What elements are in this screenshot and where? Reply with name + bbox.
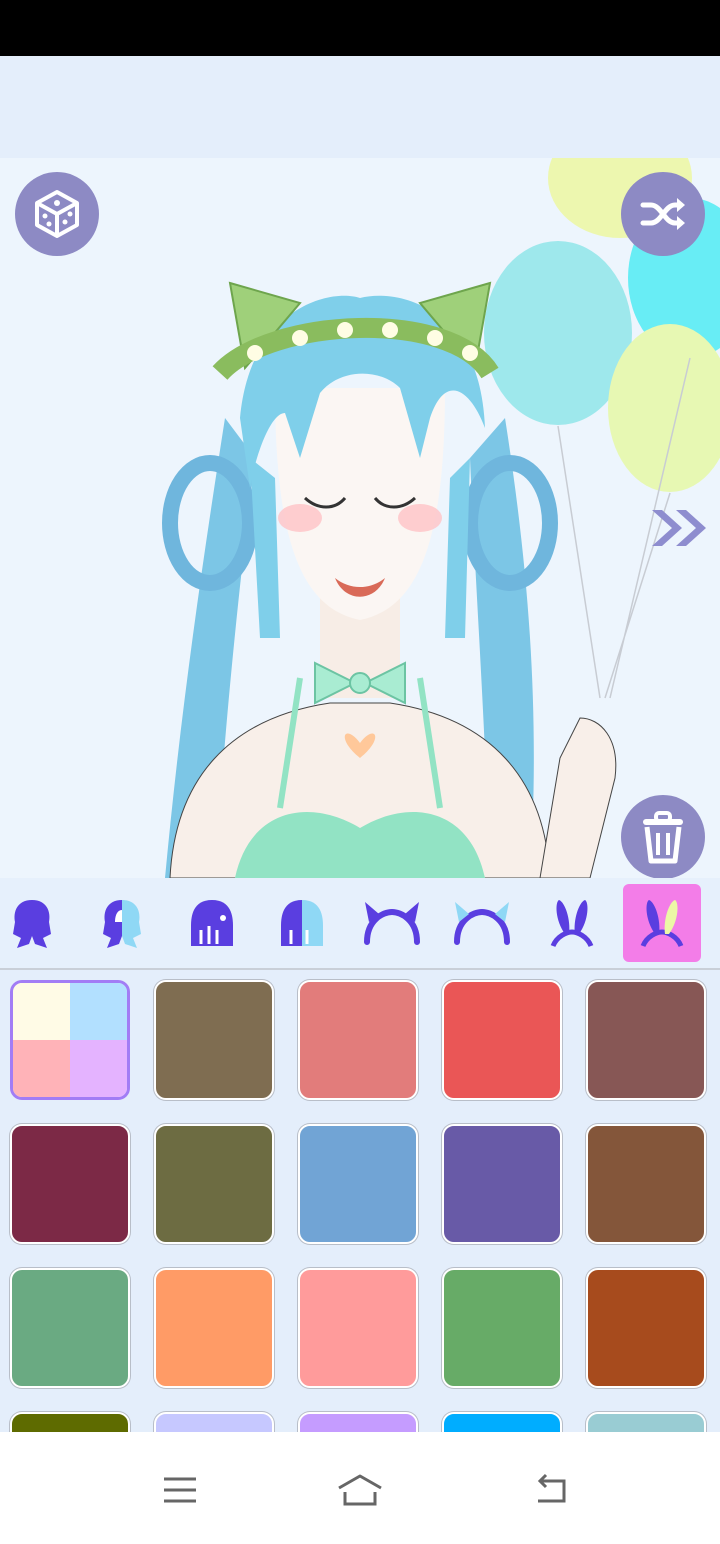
delete-button[interactable] [621,795,705,878]
long-hair-icon [13,900,51,948]
top-band [0,56,720,158]
shuffle-icon [640,198,685,230]
category-short-hair-two-tone[interactable] [263,884,341,962]
color-swatch[interactable] [442,1268,562,1388]
color-swatch-quadrant [70,1040,127,1097]
category-short-hair[interactable] [173,884,251,962]
color-swatch[interactable] [154,1268,274,1388]
back-icon [537,1473,566,1503]
color-swatch[interactable] [298,1268,418,1388]
horns-headband-icon [364,902,420,945]
dice-icon [35,190,79,238]
color-swatch-quadrant [70,983,127,1040]
category-bunny-ears[interactable] [533,884,611,962]
category-long-hair[interactable] [0,884,71,962]
color-swatch[interactable] [586,1268,706,1388]
bunny-ears-two-tone-icon [640,900,684,948]
double-chevron-right-icon[interactable] [648,506,712,550]
color-swatch[interactable] [10,1268,130,1388]
color-swatch[interactable] [10,1124,130,1244]
system-nav-bar [0,1432,720,1544]
color-swatch[interactable] [154,1124,274,1244]
color-swatch-multicolor[interactable] [10,980,130,1100]
color-swatch[interactable] [10,1412,130,1432]
category-bunny-ears-two-tone[interactable] [623,884,701,962]
color-swatch-grid [0,970,720,1432]
color-swatch[interactable] [586,1124,706,1244]
color-swatch[interactable] [442,1124,562,1244]
category-horns-headband[interactable] [353,884,431,962]
body [169,598,617,878]
menu-button[interactable] [150,1468,210,1512]
trash-icon [643,811,683,864]
back-button[interactable] [520,1468,580,1512]
color-swatch[interactable] [154,1412,274,1432]
home-button[interactable] [330,1468,390,1512]
color-swatch-quadrant [13,1040,70,1097]
category-horns-headband-two-tone[interactable] [443,884,521,962]
long-hair-two-tone-icon [103,900,141,948]
color-swatch[interactable] [442,980,562,1100]
bunny-ears-icon [550,900,594,948]
short-hair-icon [191,900,233,946]
randomize-button[interactable] [15,172,99,256]
horns-headband-two-tone-icon [454,902,510,945]
status-bar [0,0,720,56]
menu-icon [164,1477,196,1503]
color-swatch[interactable] [154,980,274,1100]
color-swatch[interactable] [442,1412,562,1432]
category-long-hair-two-tone[interactable] [83,884,161,962]
color-swatch[interactable] [298,1124,418,1244]
shuffle-button[interactable] [621,172,705,256]
home-icon [338,1474,382,1506]
color-swatch[interactable] [586,1412,706,1432]
color-swatch[interactable] [298,980,418,1100]
color-swatch[interactable] [586,980,706,1100]
color-swatch-quadrant [13,983,70,1040]
avatar-illustration [162,158,720,878]
avatar-canvas [0,158,720,878]
short-hair-two-tone-icon [281,900,323,946]
category-bar [0,878,720,970]
color-swatch[interactable] [298,1412,418,1432]
